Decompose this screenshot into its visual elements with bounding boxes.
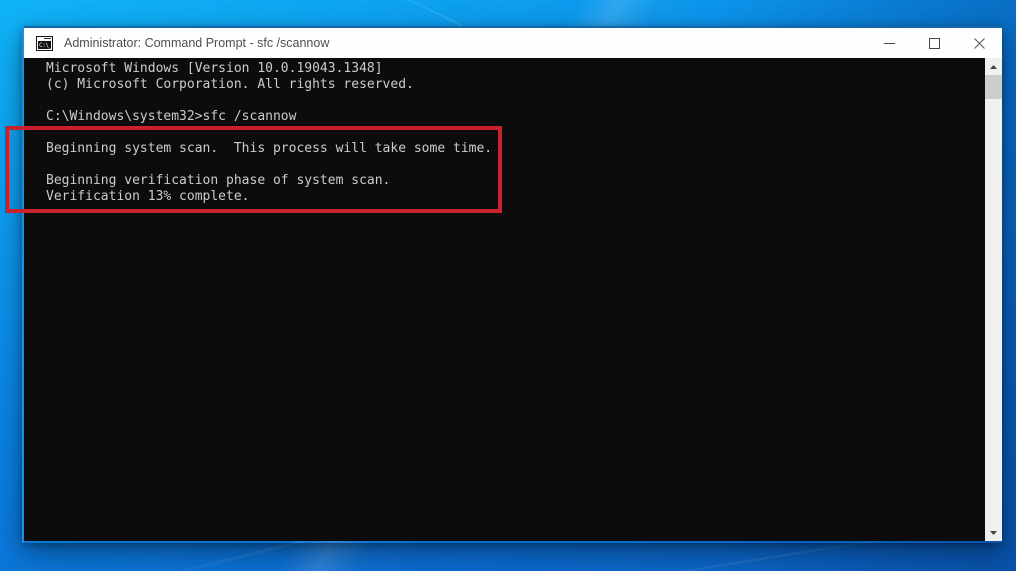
scroll-down-arrow-icon[interactable] — [985, 524, 1002, 541]
window-controls[interactable] — [867, 28, 1002, 58]
command-prompt-window[interactable]: C:\_ Administrator: Command Prompt - sfc… — [22, 26, 1002, 543]
console-output-area[interactable]: Microsoft Windows [Version 10.0.19043.13… — [24, 58, 1002, 541]
minimize-button[interactable] — [867, 28, 912, 58]
command-prompt-icon: C:\_ — [36, 35, 53, 51]
icon-dots — [44, 37, 51, 39]
console-line: Beginning system scan. This process will… — [46, 141, 493, 156]
window-title: Administrator: Command Prompt - sfc /sca… — [64, 36, 330, 50]
scroll-up-arrow-icon[interactable] — [985, 58, 1002, 75]
close-button[interactable] — [957, 28, 1002, 58]
scrollbar-thumb[interactable] — [985, 75, 1002, 99]
scrollbar-track[interactable] — [985, 99, 1002, 524]
icon-screen-glyph: C:\_ — [38, 40, 51, 49]
title-bar[interactable]: C:\_ Administrator: Command Prompt - sfc… — [24, 28, 1002, 58]
console-line: Verification 13% complete. — [46, 189, 250, 204]
icon-titlebar-strip — [37, 36, 52, 40]
console-line: (c) Microsoft Corporation. All rights re… — [46, 77, 414, 92]
console-line: Beginning verification phase of system s… — [46, 173, 391, 188]
console-text: Microsoft Windows [Version 10.0.19043.13… — [46, 61, 492, 221]
console-scrollbar[interactable] — [985, 58, 1002, 541]
console-line: Microsoft Windows [Version 10.0.19043.13… — [46, 61, 383, 76]
maximize-button[interactable] — [912, 28, 957, 58]
console-line: C:\Windows\system32>sfc /scannow — [46, 109, 297, 124]
